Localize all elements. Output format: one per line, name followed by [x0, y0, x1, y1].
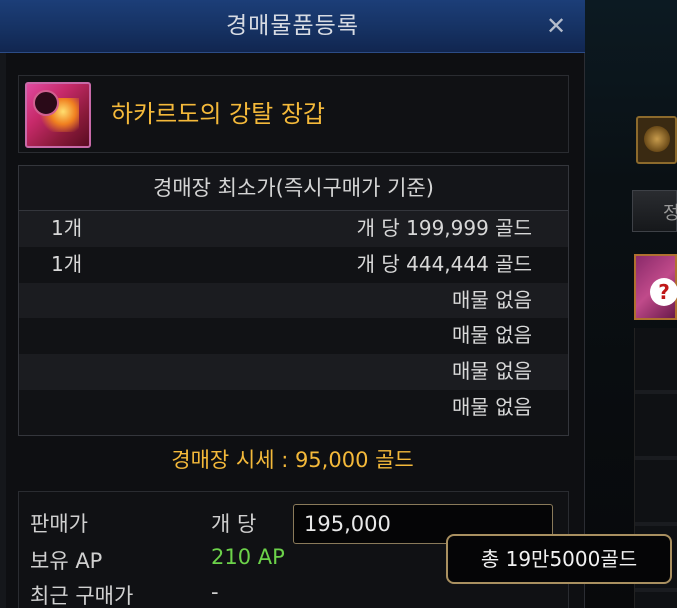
table-row: 매물 없음	[19, 389, 568, 426]
row-price: 매물 없음	[452, 359, 532, 384]
recent-price-label: 최근 구매가	[30, 584, 134, 608]
sell-price-label: 판매가	[30, 512, 88, 536]
row-quantity: 1개	[51, 251, 83, 276]
item-header: 하카르도의 강탈 장갑	[18, 75, 569, 153]
background-tab: 정	[632, 190, 677, 232]
auction-register-window: 경매물품등록 ✕ 하카르도의 강탈 장갑 경매장 최소가(즉시구매가 기준) 1…	[0, 0, 585, 608]
row-price: 매물 없음	[452, 287, 532, 312]
row-price: 매물 없음	[452, 323, 532, 348]
row-price: 매물 없음	[452, 394, 532, 419]
total-price-tooltip: 총 19만5000골드	[446, 534, 672, 584]
per-unit-label: 개 당	[211, 512, 257, 536]
row-price: 개 당 199,999 골드	[356, 216, 532, 240]
background-item-icon: ?	[634, 254, 677, 320]
close-icon[interactable]: ✕	[540, 10, 572, 42]
table-row: 매물 없음	[19, 282, 568, 319]
background-slot-icon	[636, 116, 677, 164]
title-bar: 경매물품등록 ✕	[0, 0, 585, 53]
row-price: 개 당 444,444 골드	[356, 251, 532, 276]
table-row: 1개 개 당 199,999 골드	[19, 211, 568, 247]
recent-price-value: -	[211, 580, 219, 604]
ap-value: 210 AP	[211, 545, 285, 569]
row-quantity: 1개	[51, 216, 83, 240]
item-name: 하카르도의 강탈 장갑	[111, 100, 325, 128]
table-row: 매물 없음	[19, 318, 568, 355]
price-table-header: 경매장 최소가(즉시구매가 기준)	[19, 166, 568, 211]
lowest-price-table: 경매장 최소가(즉시구매가 기준) 1개 개 당 199,999 골드 1개 개…	[18, 165, 569, 436]
ap-label: 보유 AP	[30, 549, 103, 573]
market-price: 경매장 시세 : 95,000 골드	[171, 448, 414, 472]
window-title: 경매물품등록	[226, 13, 359, 39]
table-row: 매물 없음	[19, 354, 568, 390]
price-table-rows: 1개 개 당 199,999 골드 1개 개 당 444,444 골드 매물 없…	[19, 211, 568, 426]
window-border	[0, 53, 6, 608]
table-row: 1개 개 당 444,444 골드	[19, 246, 568, 283]
gloves-item-icon[interactable]	[25, 82, 91, 148]
